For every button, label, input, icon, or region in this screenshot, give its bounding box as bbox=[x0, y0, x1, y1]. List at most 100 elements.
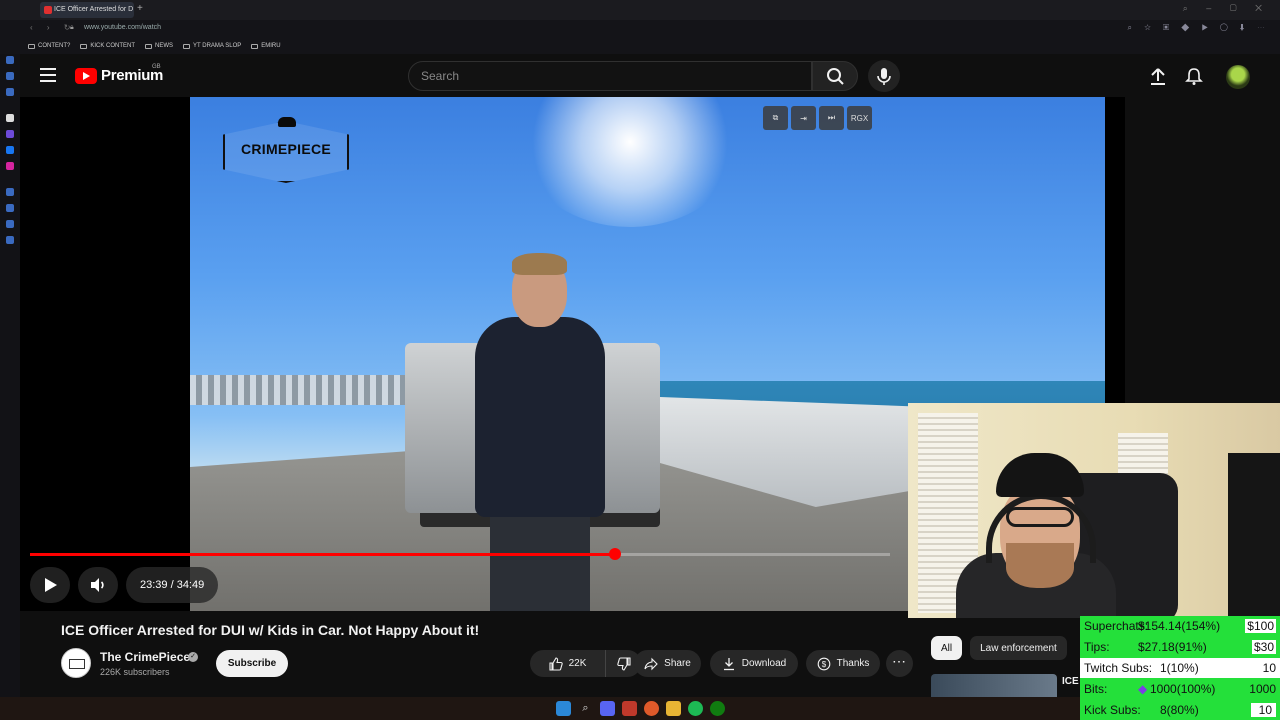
search-button[interactable] bbox=[812, 61, 858, 91]
skip-button[interactable]: ⏭ bbox=[819, 106, 844, 130]
bookmark-folder[interactable]: KICK CONTENT bbox=[80, 43, 135, 49]
voice-search-button[interactable] bbox=[868, 60, 900, 92]
sidebar-app-icon[interactable] bbox=[6, 220, 14, 228]
video-extension-toolbar: ⧉ ⇥ ⏭ RGX bbox=[763, 106, 872, 130]
subscribe-button[interactable]: Subscribe bbox=[216, 650, 288, 677]
share-arrow-icon bbox=[644, 657, 658, 670]
share-button[interactable]: Share bbox=[634, 650, 701, 677]
sidebar-app-icon[interactable] bbox=[6, 88, 14, 96]
person-legs bbox=[490, 507, 590, 611]
person-body bbox=[475, 317, 605, 517]
play-button[interactable] bbox=[30, 567, 70, 603]
channel-name[interactable]: The CrimePiece bbox=[100, 650, 190, 664]
youtube-logo[interactable]: Premium bbox=[75, 67, 163, 84]
notifications-button[interactable] bbox=[1184, 66, 1204, 86]
address-bar: ‹ › ↻ 🔒︎ www.youtube.com/watch ⌕ ☆ ▣ ◆ ▶… bbox=[0, 20, 1280, 38]
bookmarks-bar: CONTENT? KICK CONTENT NEWS YT DRAMA SLOP… bbox=[0, 38, 1280, 54]
create-button[interactable] bbox=[1148, 66, 1168, 86]
youtube-header: Premium GB bbox=[20, 54, 1280, 98]
url-field[interactable]: www.youtube.com/watch bbox=[84, 24, 161, 31]
search-icon[interactable]: ⌕ bbox=[578, 701, 593, 716]
bits-gem-icon: ◆ bbox=[1138, 681, 1148, 696]
stat-label: Tips: bbox=[1084, 640, 1110, 655]
stat-goal: 10 bbox=[1262, 660, 1276, 675]
bookmark-folder[interactable]: EMIRU bbox=[251, 43, 281, 49]
play-icon bbox=[45, 578, 57, 592]
like-button[interactable]: 22K bbox=[530, 650, 606, 677]
more-actions-button[interactable]: ⋯ bbox=[886, 650, 913, 677]
volume-button[interactable] bbox=[78, 567, 118, 603]
lock-icon[interactable]: 🔒︎ bbox=[70, 24, 74, 32]
bookmark-folder[interactable]: NEWS bbox=[145, 43, 173, 49]
sidebar-app-icon[interactable] bbox=[6, 188, 14, 196]
xbox-icon[interactable] bbox=[710, 701, 725, 716]
download-button[interactable]: Download bbox=[710, 650, 798, 677]
thanks-button[interactable]: $ Thanks bbox=[806, 650, 880, 677]
progress-bar[interactable] bbox=[30, 548, 890, 560]
enter-button[interactable]: ⇥ bbox=[791, 106, 816, 130]
cap bbox=[996, 453, 1084, 497]
sidebar-app-icon[interactable] bbox=[6, 72, 14, 80]
spotify-icon[interactable] bbox=[688, 701, 703, 716]
new-tab-icon[interactable]: + bbox=[137, 3, 143, 14]
stream-goals-panel: Superchats: $154.14(154%) $100 Tips: $27… bbox=[1080, 616, 1280, 720]
sidebar-app-icon[interactable] bbox=[6, 56, 14, 64]
extension-icons[interactable]: ⌕ ☆ ▣ ◆ ▶ ◯ ⬇ ⋯ bbox=[1128, 23, 1271, 33]
microphone-icon bbox=[877, 68, 891, 85]
twitch-icon[interactable] bbox=[6, 130, 14, 138]
window-controls[interactable]: ⌕ – ▢ ✕ bbox=[1183, 3, 1270, 14]
search-box bbox=[408, 61, 812, 91]
windows-start-icon[interactable] bbox=[556, 701, 571, 716]
browser-sidebar bbox=[0, 0, 20, 700]
channel-avatar[interactable] bbox=[61, 648, 91, 678]
volume-icon bbox=[91, 578, 104, 592]
stat-goal: $100 bbox=[1245, 619, 1276, 634]
bookmark-folder[interactable]: CONTENT? bbox=[28, 43, 70, 49]
recommendation-chips: All Law enforcement bbox=[931, 636, 1067, 660]
sidebar-app-icon[interactable] bbox=[6, 204, 14, 212]
search-icon bbox=[827, 68, 844, 85]
progress-fill bbox=[30, 553, 615, 556]
chrome-icon[interactable] bbox=[644, 701, 659, 716]
messenger-icon[interactable] bbox=[6, 146, 14, 154]
stat-goal: 1000 bbox=[1249, 681, 1276, 696]
popout-button[interactable]: ⧉ bbox=[763, 106, 788, 130]
verified-check-icon: ✓ bbox=[188, 652, 198, 662]
browser-tab-bar: ICE Officer Arrested for D + ⌕ – ▢ ✕ bbox=[0, 0, 1280, 20]
stat-value: $27.18(91%) bbox=[1138, 640, 1207, 655]
folder-icon bbox=[251, 43, 259, 49]
chip-all[interactable]: All bbox=[931, 636, 963, 660]
chip-law-enforcement[interactable]: Law enforcement bbox=[970, 636, 1067, 660]
upload-icon bbox=[1151, 68, 1165, 85]
discord-icon[interactable] bbox=[600, 701, 615, 716]
stat-value: $154.14(154%) bbox=[1138, 619, 1221, 634]
bell-icon bbox=[1185, 68, 1203, 85]
file-explorer-icon[interactable] bbox=[666, 701, 681, 716]
sidebar-app-icon[interactable] bbox=[6, 236, 14, 244]
stat-label: Bits: bbox=[1084, 681, 1108, 696]
search-input[interactable] bbox=[421, 62, 801, 90]
bookmark-folder[interactable]: YT DRAMA SLOP bbox=[183, 43, 241, 49]
stat-row-kick-subs: Kick Subs: 8(80%) 10 bbox=[1080, 699, 1280, 720]
stat-row-tips: Tips: $27.18(91%) $30 bbox=[1080, 637, 1280, 658]
scrubber-handle[interactable] bbox=[608, 548, 621, 560]
hamburger-menu-icon[interactable] bbox=[40, 68, 56, 82]
stat-row-superchats: Superchats: $154.14(154%) $100 bbox=[1080, 616, 1280, 637]
browser-icon[interactable] bbox=[622, 701, 637, 716]
channel-watermark-text: CRIMEPIECE bbox=[240, 141, 332, 157]
thumbs-down-icon bbox=[616, 656, 631, 671]
download-icon bbox=[723, 657, 734, 670]
recommended-video-title[interactable]: ICE bbox=[1062, 676, 1079, 687]
rgx-button[interactable]: RGX bbox=[847, 106, 872, 130]
folder-icon bbox=[28, 43, 35, 49]
sidebar-app-icon[interactable] bbox=[6, 114, 14, 122]
bookmark-label: KICK CONTENT bbox=[90, 43, 136, 49]
svg-text:$: $ bbox=[821, 660, 826, 669]
person-hair bbox=[512, 253, 567, 275]
account-avatar[interactable] bbox=[1226, 65, 1250, 89]
time-display: 23:39 / 34:49 bbox=[126, 567, 219, 603]
browser-tab[interactable]: ICE Officer Arrested for D bbox=[40, 2, 134, 18]
folder-icon bbox=[183, 43, 191, 49]
instagram-icon[interactable] bbox=[6, 162, 14, 170]
thumbs-up-icon bbox=[549, 656, 563, 671]
